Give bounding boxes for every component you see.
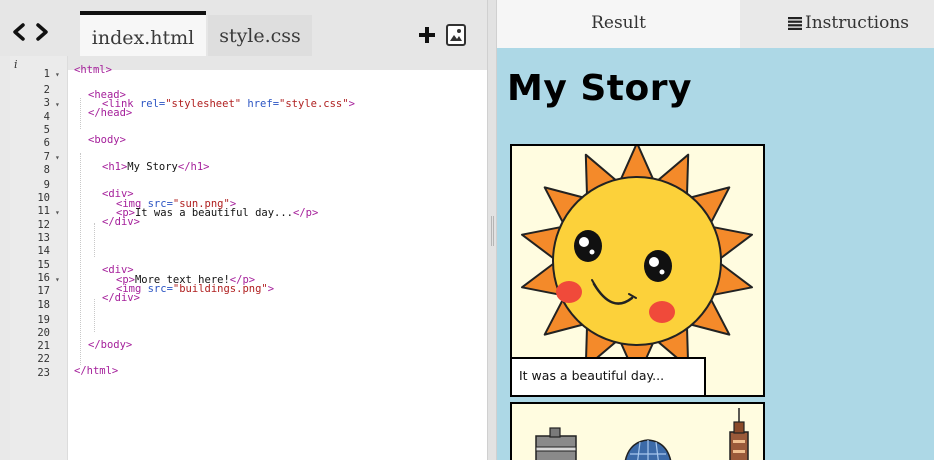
line-number: 2 <box>43 84 50 96</box>
line-number: 6 <box>43 137 50 149</box>
active-line-highlight <box>68 56 487 70</box>
line-number: 19 <box>37 314 50 326</box>
line-number: 8 <box>43 164 50 176</box>
line-number: 17 <box>37 285 50 297</box>
code-line-5: </head> <box>88 107 133 119</box>
caption-box: It was a beautiful day... <box>512 357 706 395</box>
code-line-21: </body> <box>88 339 133 351</box>
result-tab-bar: Result Instructions <box>497 0 934 48</box>
fold-toggle-icon[interactable]: ▾ <box>55 70 60 79</box>
code-line-9: <h1>My Story</h1> <box>102 161 210 173</box>
line-number: 20 <box>37 327 50 339</box>
fold-toggle-icon[interactable]: ▾ <box>55 100 60 109</box>
code-line-23: </html> <box>74 365 119 377</box>
line-number: 1 <box>43 68 50 80</box>
fold-toggle-icon[interactable]: ▾ <box>55 153 60 162</box>
line-number: 21 <box>37 340 50 352</box>
result-pane: Result Instructions My Story It was a be… <box>497 0 934 460</box>
line-number: 11 <box>37 205 50 217</box>
pane-splitter[interactable] <box>487 0 497 460</box>
line-number: 5 <box>43 124 50 136</box>
indent-guide <box>80 153 81 365</box>
tab-result[interactable]: Result <box>497 0 740 48</box>
fold-toggle-icon[interactable]: ▾ <box>55 275 60 284</box>
line-number: 22 <box>37 353 50 365</box>
image-save-icon[interactable] <box>444 23 468 47</box>
editor-tab-bar: index.html style.css <box>0 0 487 56</box>
story-title: My Story <box>507 68 692 109</box>
line-number: 13 <box>37 232 50 244</box>
line-number: 3 <box>43 97 50 109</box>
tab-index-html[interactable]: index.html <box>80 11 206 56</box>
code-line-14: </div> <box>102 216 140 228</box>
line-number: 4 <box>43 111 50 123</box>
line-number: 16 <box>37 272 50 284</box>
code-line-4: <link rel="stylesheet" href="style.css"> <box>102 98 355 110</box>
line-number: 15 <box>37 259 50 271</box>
line-number: 12 <box>37 219 50 231</box>
buildings-image <box>535 408 749 460</box>
code-line-19: </div> <box>102 292 140 304</box>
line-number: 9 <box>43 179 50 191</box>
indent-guide <box>80 98 81 129</box>
fold-toggle-icon[interactable]: ▾ <box>55 208 60 217</box>
line-number: 7 <box>43 151 50 163</box>
story-panel-sun: It was a beautiful day... <box>510 144 765 397</box>
indent-guide <box>94 299 95 332</box>
tab-style-css[interactable]: style.css <box>208 15 312 56</box>
line-number: 23 <box>37 367 50 379</box>
line-number: 18 <box>37 299 50 311</box>
indent-guide <box>94 223 95 257</box>
plus-icon[interactable] <box>418 26 436 44</box>
story-panel-buildings <box>510 402 765 460</box>
splitter-grip[interactable] <box>491 216 494 246</box>
line-number: 14 <box>37 245 50 257</box>
code-editor-pane: index.html style.css i 1 2 3 4 5 6 7 8 9 10 11 12 13… <box>0 0 487 460</box>
tab-instructions[interactable]: Instructions <box>740 0 934 48</box>
code-line-13: <p>It was a beautiful day...</p> <box>116 207 319 219</box>
list-icon <box>788 17 802 30</box>
code-brackets-icon[interactable] <box>10 20 54 44</box>
line-number: 10 <box>37 192 50 204</box>
instructions-label: Instructions <box>805 13 909 33</box>
code-line-1: <html> <box>74 64 112 76</box>
code-area[interactable]: i 1 2 3 4 5 6 7 8 9 10 11 12 13 14 15 16 17 18 19 20 21 22 23 … <box>10 56 487 460</box>
code-line-7: <body> <box>88 134 126 146</box>
